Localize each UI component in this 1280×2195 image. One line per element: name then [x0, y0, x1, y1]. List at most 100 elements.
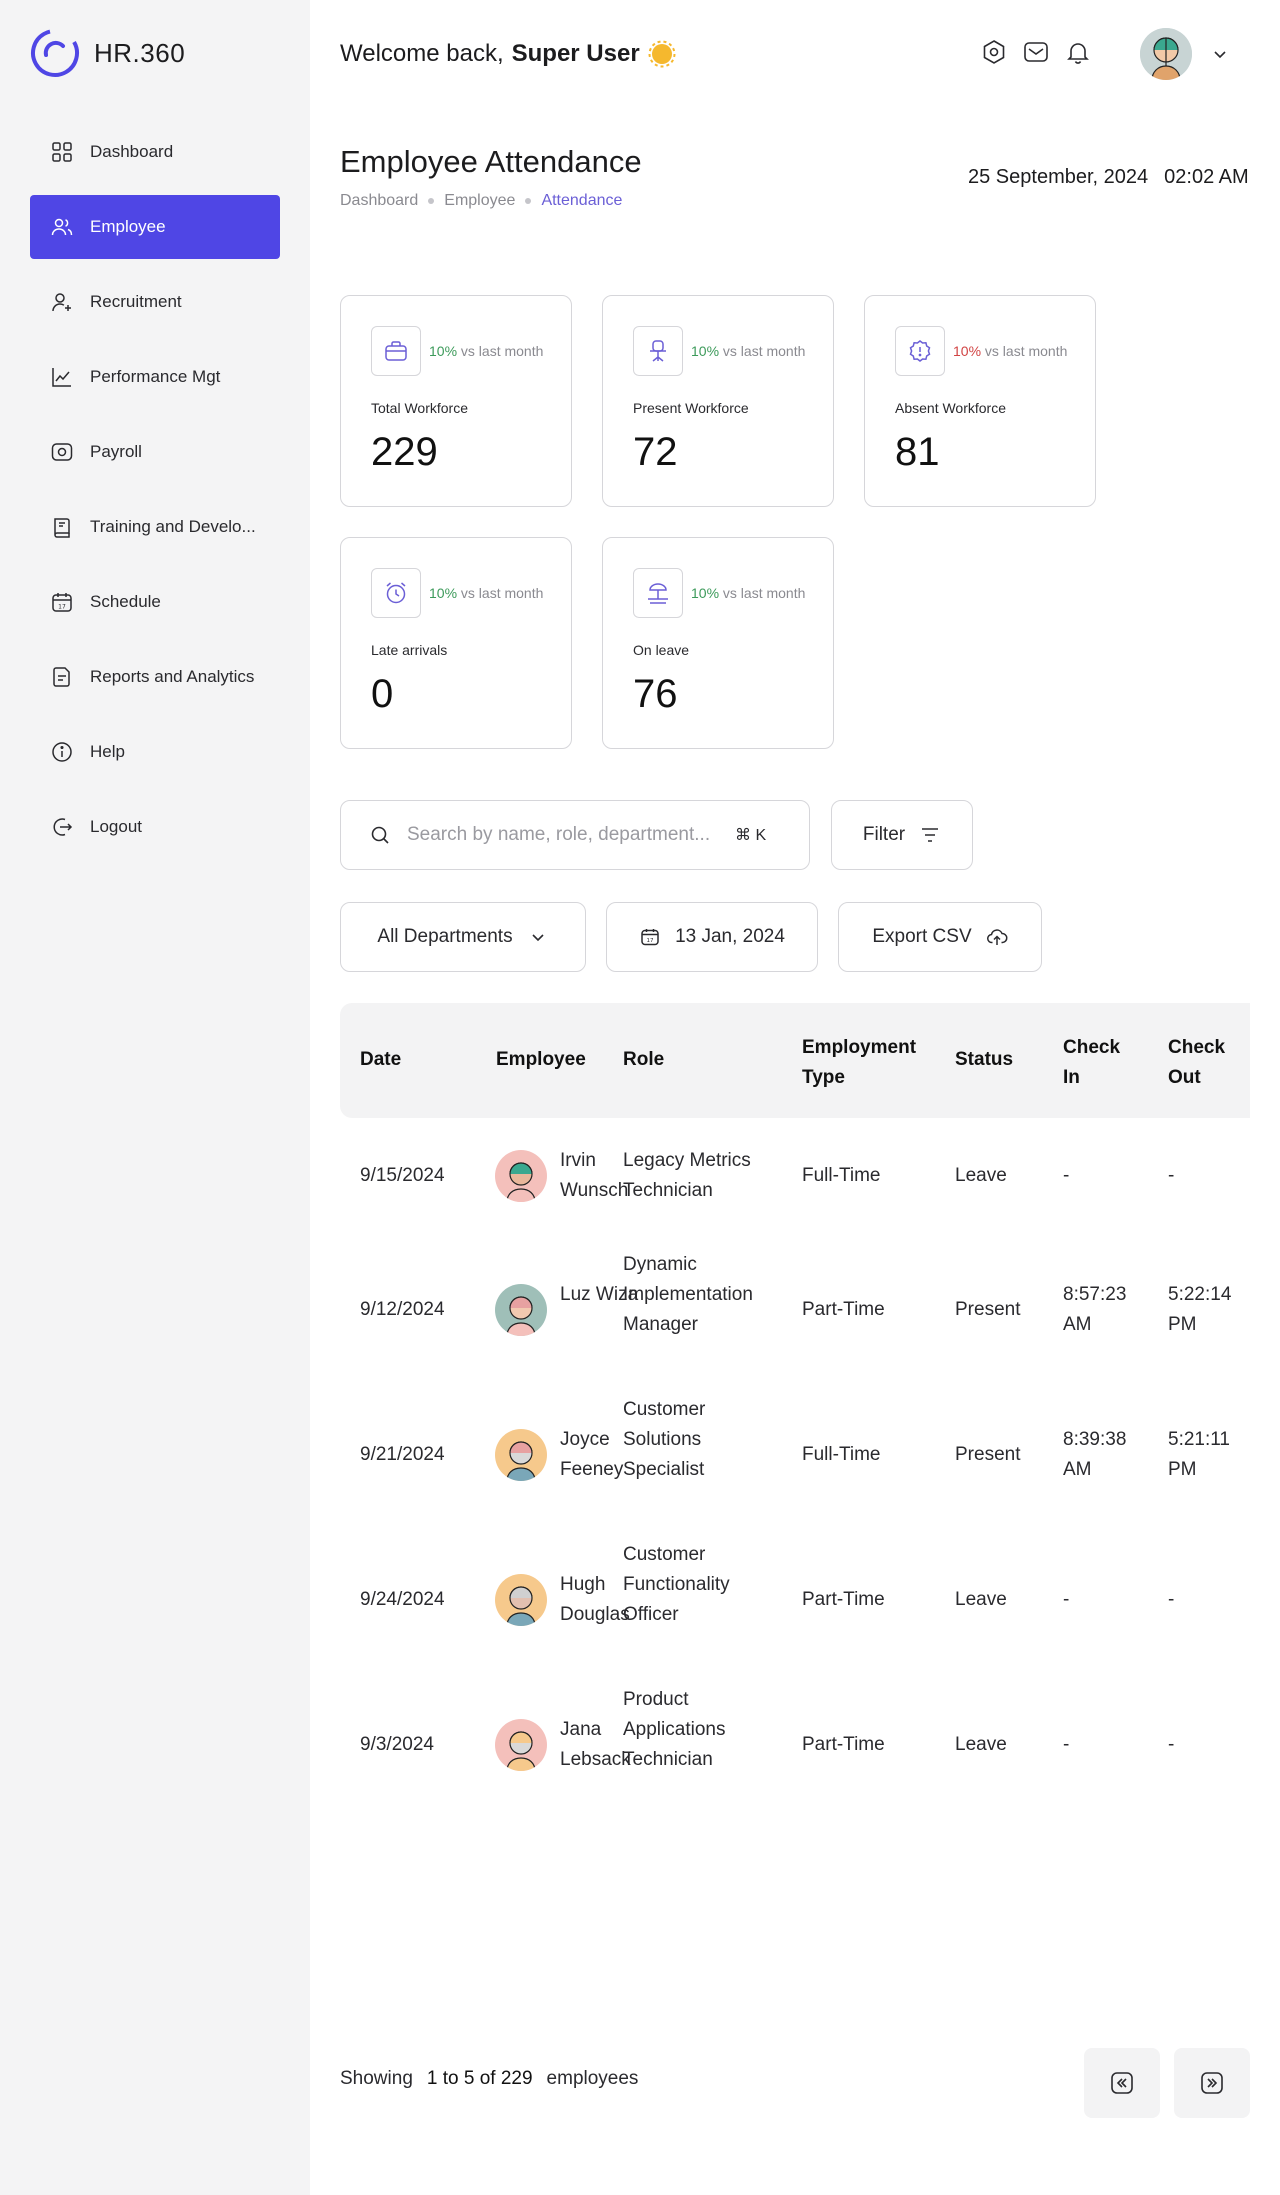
hr360-logo-icon [30, 28, 79, 77]
sidebar-item-payroll[interactable]: Payroll [30, 420, 280, 484]
cell-role: Dynamic Implementation Manager [623, 1254, 753, 1335]
cell-employment-type: Part-Time [802, 1299, 885, 1320]
mail-icon[interactable] [1022, 38, 1050, 66]
chevron-down-icon [532, 934, 544, 942]
sidebar-item-label: Recruitment [90, 292, 182, 311]
beach-umbrella-icon [633, 568, 683, 618]
bell-icon[interactable] [1064, 38, 1092, 66]
breadcrumb-employee[interactable]: Employee [444, 192, 515, 210]
sidebar-item-dashboard[interactable]: Dashboard [30, 120, 280, 184]
cell-status: Leave [955, 1165, 1007, 1186]
sidebar-item-recruitment[interactable]: Recruitment [30, 270, 280, 334]
breadcrumb-separator [428, 198, 435, 204]
cell-date: 9/21/2024 [360, 1444, 445, 1465]
svg-text:17: 17 [647, 938, 654, 944]
export-csv-button[interactable]: Export CSV [838, 902, 1042, 972]
breadcrumb-dashboard[interactable]: Dashboard [340, 192, 418, 210]
next-page-button[interactable] [1174, 2048, 1250, 2118]
sidebar-item-logout[interactable]: Logout [30, 795, 280, 859]
avatar [495, 1574, 547, 1626]
sidebar-item-performance[interactable]: Performance Mgt [30, 345, 280, 409]
chevron-down-icon[interactable] [1210, 44, 1230, 64]
avatar [495, 1719, 547, 1771]
sidebar-item-reports[interactable]: Reports and Analytics [30, 645, 280, 709]
brand[interactable]: HR.360 [30, 28, 185, 78]
column-header-role[interactable]: Role [623, 1045, 664, 1075]
cell-check-out: 5:22:14 PM [1168, 1284, 1232, 1335]
pagination-summary: Showing 1 to 5 of 229 employees [340, 2068, 638, 2090]
column-header-status[interactable]: Status [955, 1045, 1013, 1075]
sidebar-item-label: Reports and Analytics [90, 667, 255, 686]
sidebar-item-schedule[interactable]: 17 Schedule [30, 570, 280, 634]
sidebar-item-label: Dashboard [90, 142, 174, 161]
table-row[interactable]: 9/12/2024 Luz Wiza Dynamic Implementatio… [340, 1250, 1250, 1370]
cell-check-in: - [1063, 1734, 1070, 1755]
office-chair-icon [633, 326, 683, 376]
stat-change: 10% vs last month [691, 343, 806, 359]
department-select[interactable]: All Departments [340, 902, 586, 972]
chevrons-left-icon [1111, 2072, 1133, 2094]
cell-check-out: - [1168, 1165, 1175, 1186]
previous-page-button[interactable] [1084, 2048, 1160, 2118]
logout-icon [53, 818, 73, 836]
search-icon [371, 826, 389, 844]
sidebar-item-label: Performance Mgt [90, 367, 221, 386]
sidebar-item-training[interactable]: Training and Develo... [30, 495, 280, 559]
pagination-prefix: Showing [340, 2068, 413, 2089]
table-row[interactable]: 9/3/2024 Jana Lebsack Product Applicatio… [340, 1685, 1250, 1805]
stat-card-absent-workforce: 10% vs last month Absent Workforce 81 [864, 295, 1096, 507]
cell-check-out: - [1168, 1589, 1175, 1610]
column-header-check-in[interactable]: Check In [1063, 1033, 1133, 1093]
column-header-date[interactable]: Date [360, 1045, 401, 1075]
column-header-employment-type[interactable]: Employment Type [802, 1033, 932, 1093]
calendar-icon: 17 [52, 593, 72, 612]
stat-label: Total Workforce [371, 400, 468, 416]
breadcrumb: Dashboard Employee Attendance [340, 192, 622, 210]
avatar [495, 1429, 547, 1481]
cell-status: Present [955, 1299, 1021, 1320]
filter-button[interactable]: Filter [831, 800, 973, 870]
chart-line-icon [52, 368, 71, 387]
cell-check-in: - [1063, 1589, 1070, 1610]
table-row[interactable]: 9/21/2024 Joyce Feeney Customer Solution… [340, 1395, 1250, 1515]
filter-lines-icon [922, 828, 939, 842]
stat-label: Present Workforce [633, 400, 749, 416]
sidebar-item-employee[interactable]: Employee [30, 195, 280, 259]
date-picker[interactable]: 17 13 Jan, 2024 [606, 902, 818, 972]
stat-change: 10% vs last month [691, 585, 806, 601]
department-select-value: All Departments [377, 926, 513, 947]
stat-card-on-leave: 10% vs last month On leave 76 [602, 537, 834, 749]
cell-role: Customer Functionality Officer [623, 1544, 730, 1625]
sidebar-item-help[interactable]: Help [30, 720, 280, 784]
stat-label: Late arrivals [371, 642, 448, 658]
cell-date: 9/15/2024 [360, 1165, 445, 1186]
sun-icon [648, 40, 676, 68]
filter-label: Filter [862, 824, 906, 845]
sidebar-item-label: Help [90, 742, 125, 761]
grid-icon [52, 142, 72, 162]
calendar-icon: 17 [641, 929, 659, 946]
current-date: 25 September, 2024 [968, 166, 1149, 188]
report-icon [53, 667, 70, 687]
stat-value: 81 [895, 430, 940, 474]
table-row[interactable]: 9/24/2024 Hugh Douglas Customer Function… [340, 1540, 1250, 1660]
cell-employment-type: Part-Time [802, 1734, 885, 1755]
pagination-suffix: employees [546, 2068, 639, 2089]
stat-change: 10% vs last month [953, 343, 1068, 359]
sidebar-item-label: Schedule [90, 592, 161, 611]
column-header-check-out[interactable]: Check Out [1168, 1033, 1238, 1093]
table-row[interactable]: 9/15/2024 Irvin Wunsch Legacy Metrics Te… [340, 1130, 1250, 1220]
sidebar-item-label: Logout [90, 817, 142, 836]
cell-status: Leave [955, 1734, 1007, 1755]
avatar[interactable] [1140, 28, 1192, 80]
page-title: Employee Attendance [340, 144, 642, 179]
search-shortcut: ⌘ K [735, 827, 767, 844]
settings-icon[interactable] [980, 38, 1008, 66]
stat-change: 10% vs last month [429, 343, 544, 359]
brand-name: HR.360 [94, 37, 186, 68]
search-input[interactable] [407, 824, 727, 846]
column-header-employee[interactable]: Employee [496, 1045, 586, 1075]
stat-label: On leave [633, 642, 690, 658]
search-box: ⌘ K [340, 800, 810, 870]
user-menu[interactable] [1140, 28, 1230, 80]
